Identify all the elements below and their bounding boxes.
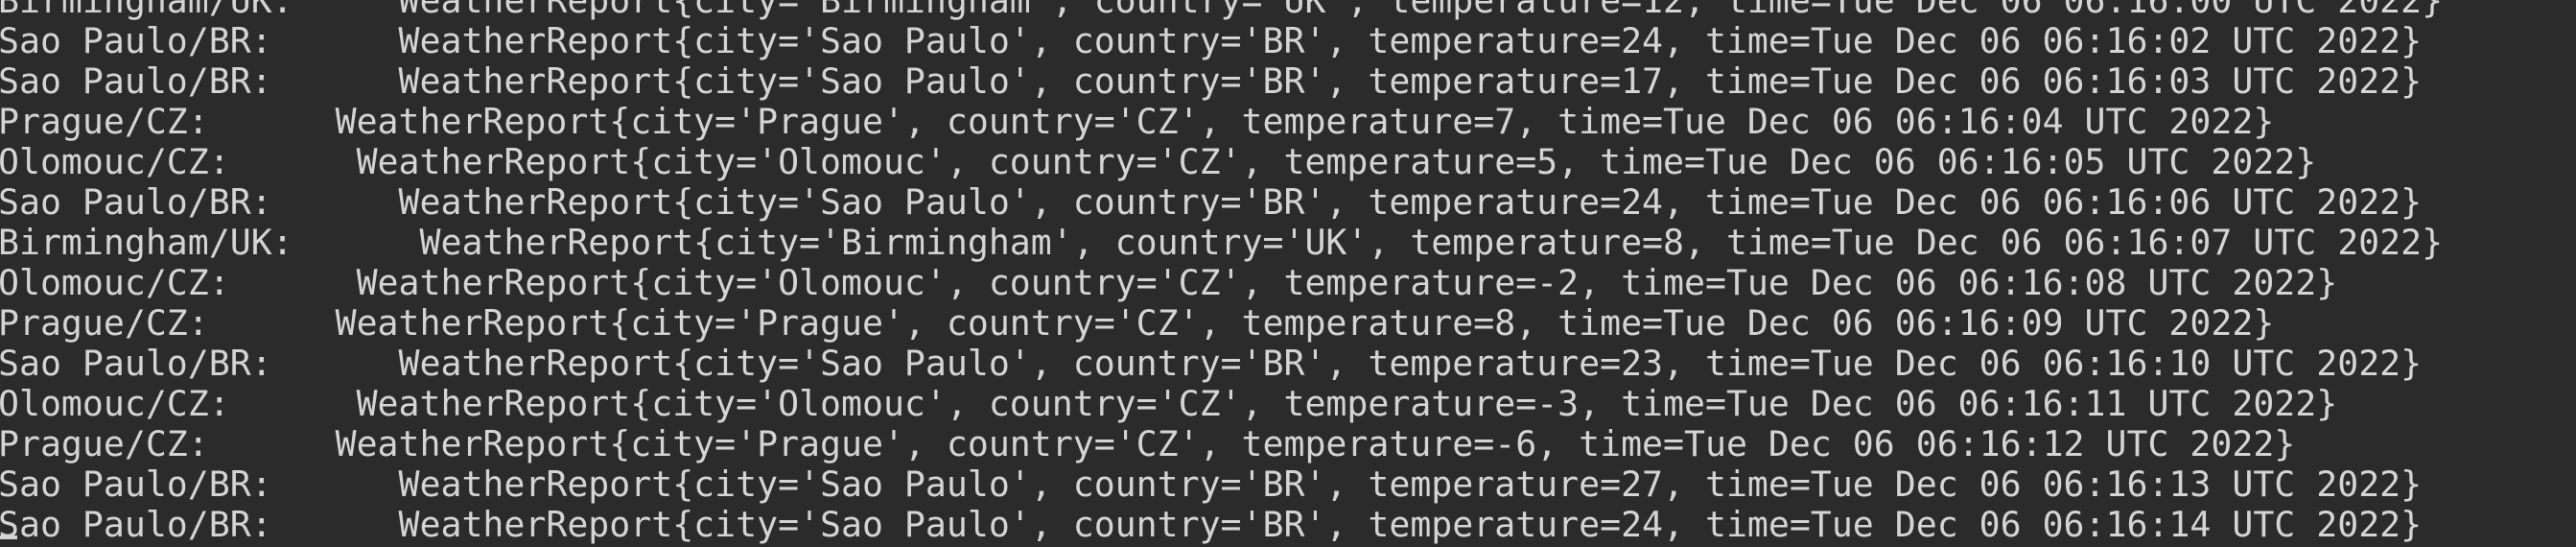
log-line: Sao Paulo/BR: WeatherReport{city='Sao Pa…: [0, 464, 2443, 505]
log-source: Sao Paulo/BR:: [0, 464, 399, 505]
log-message: WeatherReport{city='Sao Paulo', country=…: [398, 20, 2423, 61]
log-line: Sao Paulo/BR: WeatherReport{city='Sao Pa…: [0, 182, 2443, 223]
log-source: Birmingham/UK:: [0, 222, 420, 263]
log-line: Sao Paulo/BR: WeatherReport{city='Sao Pa…: [0, 344, 2443, 384]
log-source: Sao Paulo/BR:: [0, 343, 399, 384]
log-source: Sao Paulo/BR:: [0, 20, 399, 61]
log-line: Prague/CZ: WeatherReport{city='Prague', …: [0, 424, 2443, 464]
terminal-output: Birmingham/UK: WeatherReport{city='Birmi…: [0, 0, 2443, 545]
log-message: WeatherReport{city='Olomouc', country='C…: [356, 383, 2338, 424]
log-message: WeatherReport{city='Birmingham', country…: [398, 0, 2444, 21]
log-source: Sao Paulo/BR:: [0, 504, 399, 545]
log-message: WeatherReport{city='Olomouc', country='C…: [356, 262, 2338, 303]
log-message: WeatherReport{city='Sao Paulo', country=…: [398, 181, 2423, 223]
log-message: WeatherReport{city='Olomouc', country='C…: [356, 141, 2317, 182]
log-source: Sao Paulo/BR:: [0, 181, 399, 223]
log-source: Prague/CZ:: [0, 101, 336, 142]
log-message: WeatherReport{city='Prague', country='CZ…: [335, 423, 2296, 464]
log-line: Birmingham/UK: WeatherReport{city='Birmi…: [0, 223, 2443, 263]
log-line: Olomouc/CZ: WeatherReport{city='Olomouc'…: [0, 263, 2443, 303]
log-source: Olomouc/CZ:: [0, 141, 357, 182]
log-line: Olomouc/CZ: WeatherReport{city='Olomouc'…: [0, 384, 2443, 424]
log-message: WeatherReport{city='Birmingham', country…: [419, 222, 2444, 263]
log-source: Birmingham/UK:: [0, 0, 399, 21]
log-line: Sao Paulo/BR: WeatherReport{city='Sao Pa…: [0, 61, 2443, 102]
log-message: WeatherReport{city='Prague', country='CZ…: [335, 101, 2275, 142]
log-message: WeatherReport{city='Sao Paulo', country=…: [398, 343, 2423, 384]
log-message: WeatherReport{city='Sao Paulo', country=…: [398, 504, 2423, 545]
log-source: Olomouc/CZ:: [0, 383, 357, 424]
log-line: Sao Paulo/BR: WeatherReport{city='Sao Pa…: [0, 505, 2443, 545]
terminal-window[interactable]: Birmingham/UK: WeatherReport{city='Birmi…: [0, 0, 2576, 547]
log-line: Olomouc/CZ: WeatherReport{city='Olomouc'…: [0, 142, 2443, 182]
log-message: WeatherReport{city='Sao Paulo', country=…: [398, 464, 2423, 505]
log-source: Prague/CZ:: [0, 302, 336, 344]
log-source: Sao Paulo/BR:: [0, 60, 399, 102]
log-source: Prague/CZ:: [0, 423, 336, 464]
log-message: WeatherReport{city='Prague', country='CZ…: [335, 302, 2275, 344]
log-line: Prague/CZ: WeatherReport{city='Prague', …: [0, 102, 2443, 142]
log-message: WeatherReport{city='Sao Paulo', country=…: [398, 60, 2423, 102]
log-line: Prague/CZ: WeatherReport{city='Prague', …: [0, 303, 2443, 344]
log-line: Sao Paulo/BR: WeatherReport{city='Sao Pa…: [0, 21, 2443, 61]
log-line: Birmingham/UK: WeatherReport{city='Birmi…: [0, 0, 2443, 21]
log-source: Olomouc/CZ:: [0, 262, 357, 303]
terminal-cursor: [0, 535, 17, 539]
